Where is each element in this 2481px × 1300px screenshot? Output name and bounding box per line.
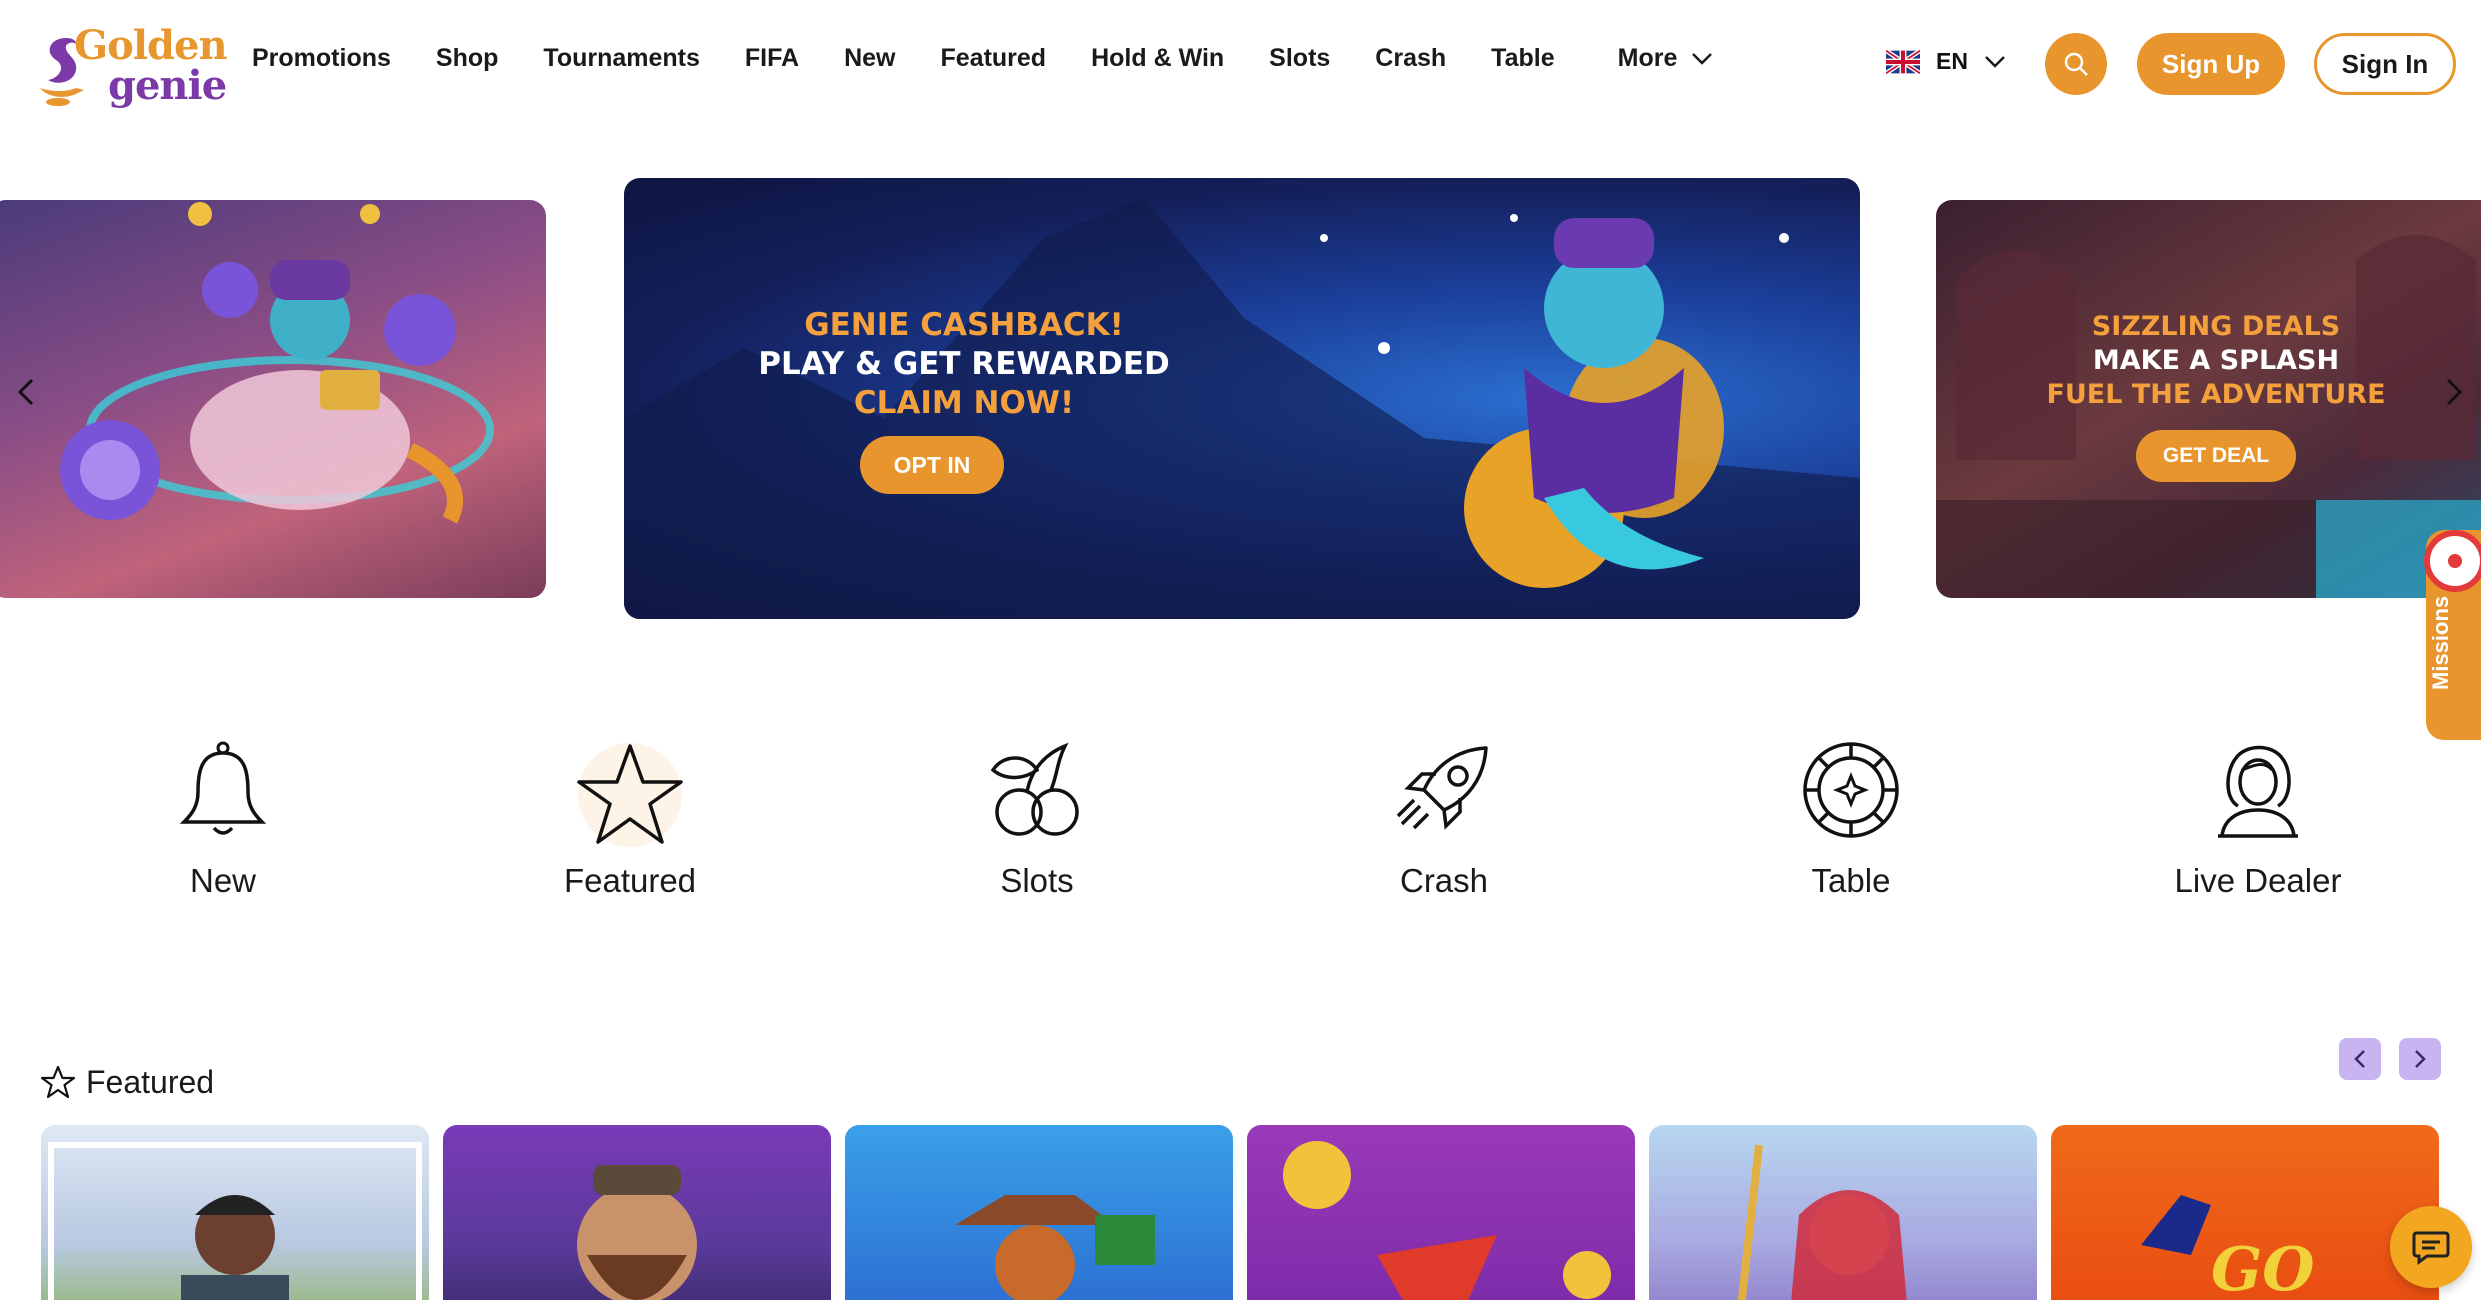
nav-featured[interactable]: Featured bbox=[940, 44, 1046, 73]
category-featured[interactable]: Featured bbox=[520, 740, 740, 900]
category-live-dealer[interactable]: Live Dealer bbox=[2148, 740, 2368, 900]
banner-right-line2: MAKE A SPLASH bbox=[2092, 344, 2340, 376]
nav-hold-and-win[interactable]: Hold & Win bbox=[1091, 44, 1224, 73]
logo-word-genie: genie bbox=[108, 62, 227, 109]
bell-icon bbox=[179, 741, 267, 835]
sign-up-button[interactable]: Sign Up bbox=[2137, 33, 2285, 95]
featured-title-text: Featured bbox=[86, 1064, 215, 1100]
chevron-left-icon bbox=[2354, 1050, 2365, 1068]
chat-icon bbox=[2412, 1231, 2450, 1265]
game-tile-logo-text: GO bbox=[2211, 1235, 2315, 1300]
nav-table[interactable]: Table bbox=[1491, 44, 1554, 73]
cherries-icon bbox=[990, 742, 1079, 836]
chevron-right-icon bbox=[2415, 1050, 2426, 1068]
roulette-icon bbox=[1803, 742, 1899, 838]
chevron-left-icon bbox=[17, 378, 34, 406]
viking-thumbnail-icon bbox=[577, 1165, 697, 1300]
promo-banner-left[interactable] bbox=[0, 200, 546, 598]
banner-right-line3: FUEL THE ADVENTURE bbox=[2046, 378, 2386, 410]
banner-right-headline: SIZZLING DEALS MAKE A SPLASH FUEL THE AD… bbox=[2036, 310, 2396, 411]
nav-tournaments[interactable]: Tournaments bbox=[543, 44, 700, 73]
lucky-seven-thumbnail-icon bbox=[1283, 1141, 1611, 1300]
featured-prev-button[interactable] bbox=[2339, 1038, 2381, 1080]
category-label: Table bbox=[1811, 862, 1891, 899]
nav-more[interactable]: More bbox=[1618, 44, 1714, 73]
rocket-icon bbox=[1396, 746, 1488, 830]
featured-next-button[interactable] bbox=[2399, 1038, 2441, 1080]
game-tile[interactable] bbox=[443, 1125, 831, 1300]
banner-main-line3: CLAIM NOW! bbox=[853, 384, 1075, 421]
site-header: Golden genie Promotions Shop Tournaments… bbox=[0, 0, 2481, 130]
chevron-down-icon bbox=[1985, 55, 2005, 68]
sign-in-button[interactable]: Sign In bbox=[2314, 33, 2456, 95]
banner-main-line1: GENIE CASHBACK! bbox=[804, 307, 1124, 343]
chevron-down-icon bbox=[1692, 52, 1713, 65]
promo-banner-main[interactable]: GENIE CASHBACK! PLAY & GET REWARDED CLAI… bbox=[624, 178, 1860, 619]
nav-new[interactable]: New bbox=[844, 44, 895, 73]
carousel-next-arrow[interactable] bbox=[2444, 376, 2464, 416]
category-table[interactable]: Table bbox=[1741, 740, 1961, 900]
dealer-icon bbox=[2218, 745, 2298, 838]
nav-more-label: More bbox=[1617, 44, 1678, 72]
nav-promotions[interactable]: Promotions bbox=[252, 44, 391, 73]
category-new[interactable]: New bbox=[113, 740, 333, 900]
category-label: Live Dealer bbox=[2174, 862, 2342, 899]
language-code: EN bbox=[1936, 48, 1968, 74]
star-icon bbox=[40, 1065, 76, 1098]
language-selector[interactable]: EN bbox=[1886, 48, 2006, 75]
genie-slots-illustration bbox=[60, 202, 494, 524]
banner-main-line2: PLAY & GET REWARDED bbox=[758, 345, 1170, 382]
promo-banner-right[interactable]: SIZZLING DEALS MAKE A SPLASH FUEL THE AD… bbox=[1936, 200, 2481, 598]
search-icon bbox=[2064, 52, 2088, 76]
search-button[interactable] bbox=[2045, 33, 2107, 95]
footballer-thumbnail-icon bbox=[48, 1142, 422, 1300]
live-chat-button[interactable] bbox=[2390, 1206, 2472, 1288]
category-slots[interactable]: Slots bbox=[927, 740, 1147, 900]
category-label: Crash bbox=[1399, 862, 1489, 899]
category-crash[interactable]: Crash bbox=[1334, 740, 1554, 900]
nav-crash[interactable]: Crash bbox=[1375, 44, 1446, 73]
game-tile[interactable] bbox=[1649, 1125, 2037, 1300]
main-nav: Promotions Shop Tournaments FIFA New Fea… bbox=[252, 44, 1758, 73]
game-tile[interactable] bbox=[845, 1125, 1233, 1300]
cowboy-bird-thumbnail-icon bbox=[955, 1195, 1155, 1300]
category-label: New bbox=[189, 862, 257, 899]
banner-right-line1: SIZZLING DEALS bbox=[2091, 311, 2341, 342]
banner-main-headline: GENIE CASHBACK! PLAY & GET REWARDED CLAI… bbox=[714, 306, 1214, 422]
golden-genie-logo[interactable]: Golden genie bbox=[36, 22, 228, 112]
anime-heroine-thumbnail-icon bbox=[1737, 1144, 1907, 1300]
game-tile[interactable] bbox=[1247, 1125, 1635, 1300]
featured-section-title: Featured bbox=[40, 1064, 214, 1101]
category-label: Featured bbox=[563, 862, 697, 899]
nav-slots[interactable]: Slots bbox=[1269, 44, 1330, 73]
missions-label: Missions bbox=[2428, 595, 2453, 690]
nav-fifa[interactable]: FIFA bbox=[745, 44, 799, 73]
category-label: Slots bbox=[1000, 862, 1074, 899]
uk-flag-icon bbox=[1886, 49, 1920, 74]
get-deal-button[interactable]: GET DEAL bbox=[2136, 430, 2296, 482]
nav-shop[interactable]: Shop bbox=[436, 44, 499, 73]
game-tile[interactable]: GO bbox=[2051, 1125, 2439, 1300]
game-tile[interactable] bbox=[41, 1125, 429, 1300]
carousel-prev-arrow[interactable] bbox=[16, 376, 36, 416]
opt-in-button[interactable]: OPT IN bbox=[860, 436, 1004, 494]
chevron-right-icon bbox=[2446, 378, 2463, 406]
star-icon bbox=[577, 743, 683, 847]
